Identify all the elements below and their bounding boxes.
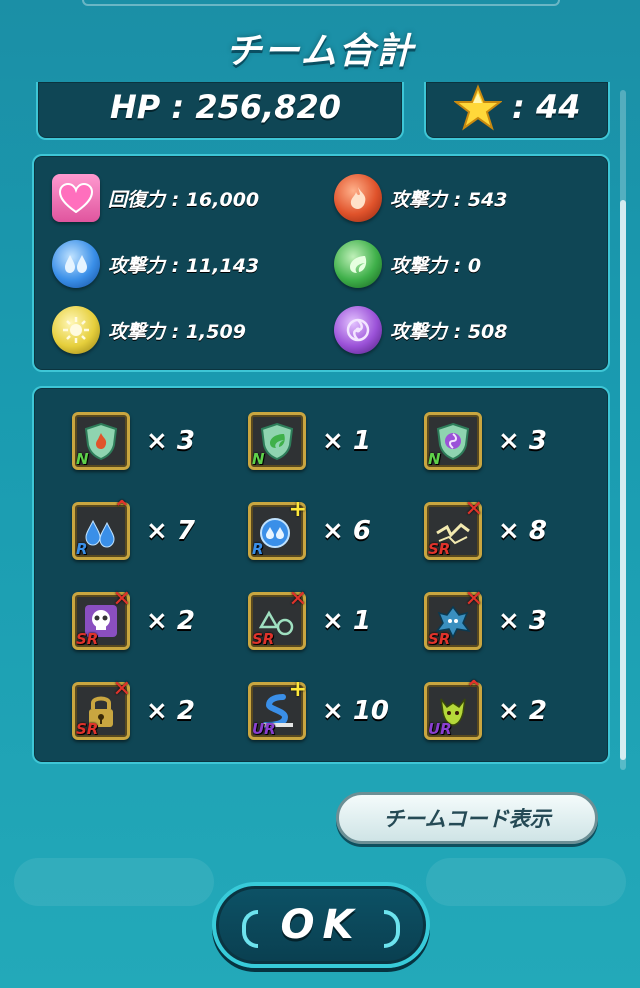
rank-badge: N <box>76 450 89 468</box>
stat-recovery: 回復力 : 16,000 <box>52 174 259 222</box>
background-ghost-pill-left <box>14 858 214 906</box>
ok-button[interactable]: OK <box>212 882 430 968</box>
ability-badge: ⌃ R <box>72 497 131 560</box>
ability-badge: + R <box>248 497 307 560</box>
light-orb-icon <box>52 306 100 354</box>
rank-badge: N <box>252 450 265 468</box>
ability-item[interactable]: ✕ SR × 8 <box>424 497 547 560</box>
block-x-marker-icon: ✕ <box>112 587 131 612</box>
plus-marker-icon: + <box>288 497 307 522</box>
rank-badge: SR <box>428 540 451 558</box>
water-orb-icon <box>52 240 100 288</box>
ability-count: × 8 <box>498 516 547 546</box>
stat-wood: 攻撃力 : 0 <box>334 240 481 288</box>
dark-orb-icon <box>334 306 382 354</box>
block-x-marker-icon: ✕ <box>464 587 483 612</box>
ability-badge: ✕ SR <box>72 677 131 740</box>
block-x-marker-icon: ✕ <box>112 677 131 702</box>
rank-badge: UR <box>252 720 276 738</box>
ability-badge: ✕ SR <box>424 587 483 650</box>
rank-badge: SR <box>252 630 275 648</box>
block-x-marker-icon: ✕ <box>288 587 307 612</box>
ability-badge: N <box>248 412 306 470</box>
ability-count: × 2 <box>146 696 195 726</box>
star-icon <box>454 84 502 131</box>
star-panel: : 44 <box>424 82 610 140</box>
ability-item[interactable]: N × 3 <box>72 412 195 470</box>
ability-item[interactable]: + R × 6 <box>248 497 371 560</box>
ability-count: × 10 <box>322 696 390 726</box>
heart-icon <box>52 174 100 222</box>
ability-count: × 3 <box>146 426 195 456</box>
ability-count: × 1 <box>322 606 371 636</box>
scrollbar-thumb[interactable] <box>620 200 626 760</box>
stat-label: 攻撃力 : 508 <box>390 320 508 343</box>
attack-up-marker-icon: ⌃ <box>112 497 131 522</box>
ability-badge: N <box>424 412 482 470</box>
attack-up-marker-icon: ⌃ <box>464 677 483 702</box>
stat-fire: 攻撃力 : 543 <box>334 174 508 222</box>
block-x-marker-icon: ✕ <box>464 497 483 522</box>
ability-item[interactable]: + UR × 10 <box>248 677 390 740</box>
ability-badge: ✕ SR <box>72 587 131 650</box>
rank-badge: R <box>252 540 264 558</box>
ability-item[interactable]: ✕ SR × 1 <box>248 587 371 650</box>
ability-item[interactable]: ✕ SR × 2 <box>72 587 195 650</box>
plus-marker-icon: + <box>288 677 307 702</box>
stat-light: 攻撃力 : 1,509 <box>52 306 246 354</box>
ability-item[interactable]: ✕ SR × 2 <box>72 677 195 740</box>
ability-count: × 2 <box>146 606 195 636</box>
rank-badge: R <box>76 540 88 558</box>
ok-label: OK <box>280 902 362 948</box>
ability-badge: ✕ SR <box>248 587 307 650</box>
hp-panel: HP : 256,820 <box>36 82 404 140</box>
ability-badge: N <box>72 412 130 470</box>
rank-badge: SR <box>76 720 99 738</box>
team-code-button[interactable]: チームコード表示 <box>336 792 598 844</box>
ability-badge: ✕ SR <box>424 497 483 560</box>
ok-bracket-left <box>242 910 258 948</box>
ability-badge: + UR <box>248 677 307 740</box>
ok-bracket-right <box>384 910 400 948</box>
star-count: : 44 <box>512 88 581 126</box>
ability-item[interactable]: ✕ SR × 3 <box>424 587 547 650</box>
stat-label: 攻撃力 : 1,509 <box>108 320 246 343</box>
summary-scroll-area[interactable]: HP : 256,820 : 44 回復力 : 16,000 攻撃力: 543… <box>20 82 620 772</box>
ability-badge: ⌃ UR <box>424 677 483 740</box>
rank-badge: SR <box>428 630 451 648</box>
team-total-screen: チーム合計 HP : 256,820 : 44 回復力 : 16,000 攻撃力… <box>0 0 640 988</box>
ability-item[interactable]: ⌃ R × 7 <box>72 497 195 560</box>
fire-orb-icon <box>334 174 382 222</box>
stat-dark: 攻撃力 : 508 <box>334 306 508 354</box>
stat-label: 攻撃力 : 543 <box>390 188 508 211</box>
background-ghost-pill-right <box>426 858 626 906</box>
stat-label: 攻撃力 : 11,143 <box>108 254 260 277</box>
rank-badge: N <box>428 450 441 468</box>
stat-label: 攻撃力 : 0 <box>390 254 482 277</box>
ability-item[interactable]: ⌃ UR × 2 <box>424 677 547 740</box>
ability-panel: N × 3 N × 1 N × 3 ⌃ R × 7 + R × 6 ✕ SR ×… <box>32 386 610 764</box>
stat-water: 攻撃力 : 11,143 <box>52 240 259 288</box>
hp-value: HP : 256,820 <box>110 88 342 126</box>
ability-count: × 1 <box>322 426 371 456</box>
ability-count: × 3 <box>498 426 547 456</box>
page-title: チーム合計 <box>225 31 415 72</box>
ability-count: × 2 <box>498 696 547 726</box>
ability-item[interactable]: N × 1 <box>248 412 371 470</box>
stat-label: 回復力 : 16,000 <box>108 188 260 211</box>
ability-count: × 7 <box>146 516 195 546</box>
ability-item[interactable]: N × 3 <box>424 412 547 470</box>
rank-badge: SR <box>76 630 99 648</box>
ability-count: × 6 <box>322 516 371 546</box>
power-stats-panel: 回復力 : 16,000 攻撃力 : 543 攻撃力 : 11,143 攻撃力 … <box>32 154 610 372</box>
rank-badge: UR <box>428 720 452 738</box>
wood-orb-icon <box>334 240 382 288</box>
header-frame <box>82 0 560 6</box>
ability-count: × 3 <box>498 606 547 636</box>
